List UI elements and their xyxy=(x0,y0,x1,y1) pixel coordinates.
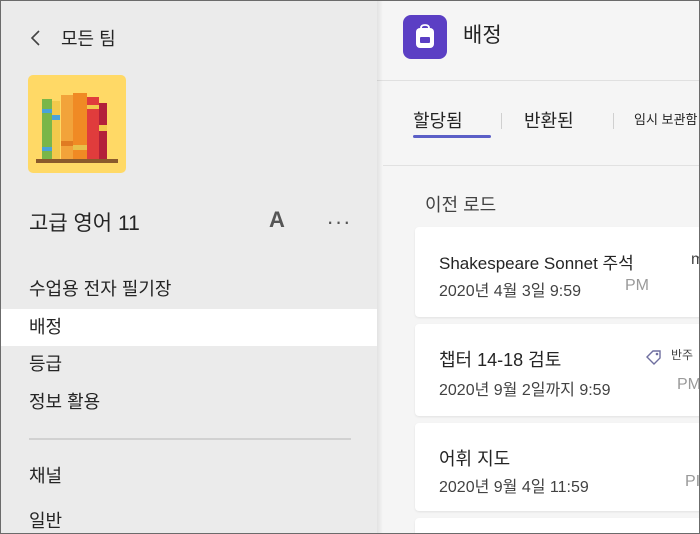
sidebar: 모든 팀 고급 영어 11 A ··· 수업용 전자 필기장 배정 등급 정보 … xyxy=(1,1,377,533)
nav-item-grades[interactable]: 등급 xyxy=(1,346,377,384)
tab-assigned[interactable]: 할당됨 xyxy=(413,107,463,133)
assignment-due-ampm: PM xyxy=(677,376,700,393)
nav-item-class-notebook[interactable]: 수업용 전자 필기장 xyxy=(1,271,377,309)
assignment-title: 어휘 지도 xyxy=(439,449,511,469)
section-title: 이전 로드 xyxy=(425,195,497,215)
team-avatar-books-icon xyxy=(28,75,126,173)
assignment-card[interactable]: Shakespeare Sonnet 주석 2020년 4월 3일 9:59 P… xyxy=(415,227,699,317)
channel-item-general[interactable]: 일반 xyxy=(29,507,62,533)
page-title: 배정 xyxy=(463,24,502,47)
tab-drafts[interactable]: 임시 보관함 xyxy=(634,109,697,128)
assignment-card[interactable] xyxy=(415,518,699,533)
team-badge: A xyxy=(269,207,285,232)
assignment-card[interactable]: 어휘 지도 2020년 9월 4일 11:59 PI xyxy=(415,423,700,511)
assignment-due-ampm: PM xyxy=(625,277,649,294)
tab-separator xyxy=(501,113,502,129)
team-name: 고급 영어 11 xyxy=(29,212,140,235)
tag-icon xyxy=(645,348,663,366)
more-options-button[interactable]: ··· xyxy=(324,205,354,239)
tab-returned[interactable]: 반환된 xyxy=(524,107,574,133)
back-to-all-teams-button[interactable]: 모든 팀 xyxy=(29,25,116,51)
app-header: 배정 xyxy=(377,1,699,81)
assignments-app-icon xyxy=(403,15,447,59)
tab-separator xyxy=(613,113,614,129)
active-tab-indicator xyxy=(413,135,491,138)
channels-heading: 채널 xyxy=(29,466,63,486)
tabs-divider xyxy=(383,165,699,166)
assignment-title: 챕터 14-18 검토 xyxy=(439,350,562,370)
nav-item-assignments[interactable]: 배정 xyxy=(1,308,377,346)
sidebar-divider xyxy=(29,438,351,440)
nav-item-insights[interactable]: 정보 활용 xyxy=(1,384,377,422)
app-window: 모든 팀 고급 영어 11 A ··· 수업용 전자 필기장 배정 등급 정보 … xyxy=(0,0,700,534)
assignments-pane: 배정 할당됨 반환된 임시 보관함 이전 로드 Shakespeare Sonn… xyxy=(377,1,700,533)
assignment-due-date: 2020년 4월 3일 9:59 xyxy=(439,283,582,300)
team-nav: 수업용 전자 필기장 배정 등급 정보 활용 xyxy=(1,271,377,421)
back-label: 모든 팀 xyxy=(61,29,116,49)
assignment-side-text: m xyxy=(691,251,699,269)
assignment-card[interactable]: 챕터 14-18 검토 2020년 9월 2일까지 9:59 PM 반주 xyxy=(415,324,700,416)
assignment-tabs: 할당됨 반환된 임시 보관함 xyxy=(377,101,699,141)
assignment-due-date: 2020년 9월 2일까지 9:59 xyxy=(439,382,611,399)
assignment-due-date: 2020년 9월 4일 11:59 xyxy=(439,479,589,496)
chevron-left-icon xyxy=(29,25,51,51)
assignment-due-ampm: PI xyxy=(685,473,700,490)
team-header: 고급 영어 11 A ··· xyxy=(29,205,354,239)
assignment-title: Shakespeare Sonnet 주석 xyxy=(439,254,634,273)
assignment-side-text: 반주 xyxy=(671,348,694,362)
pane-divider-shadow xyxy=(377,1,383,533)
